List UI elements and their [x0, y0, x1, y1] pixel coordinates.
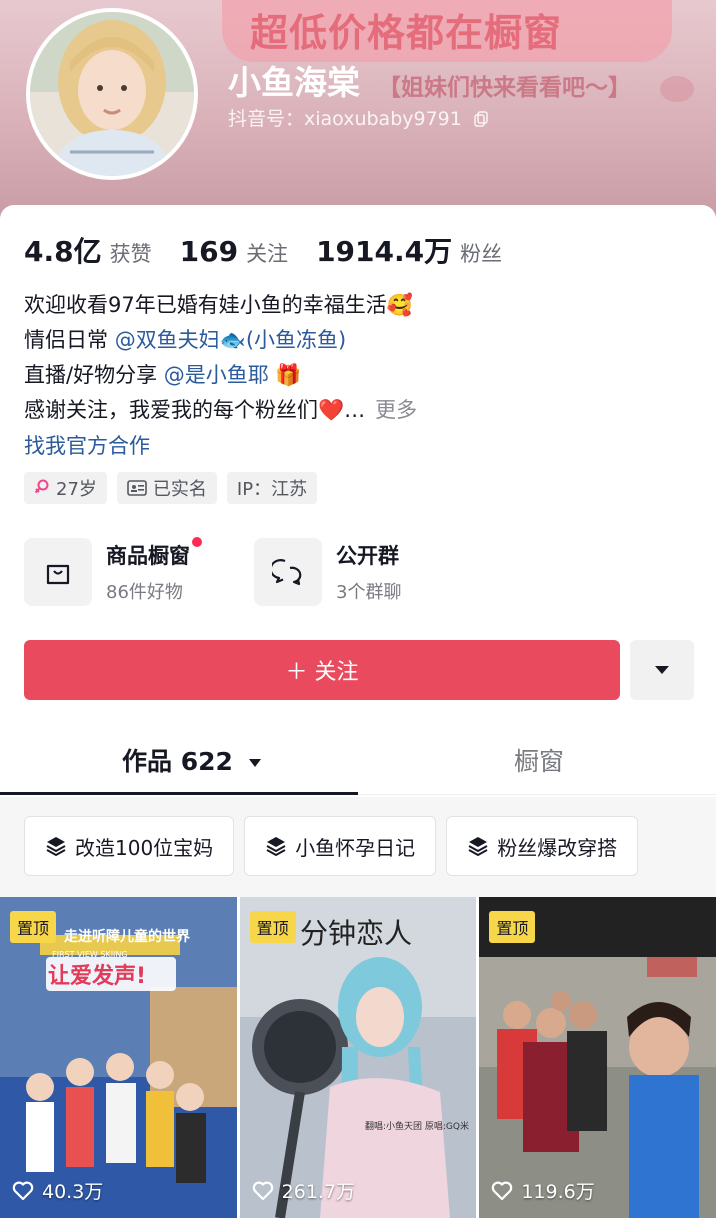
bio-line-2-text: 情侣日常 [24, 328, 115, 352]
stat-following[interactable]: 169 关注 [180, 235, 288, 268]
bio-mention-live[interactable]: @是小鱼耶 [164, 363, 269, 387]
collections: 改造100位宝妈 小鱼怀孕日记 粉丝爆改穿搭 [24, 816, 639, 876]
avatar-photo [30, 12, 194, 176]
pinned-badge: 置顶 [10, 911, 57, 943]
layers-icon [468, 837, 488, 857]
bio-line-1: 欢迎收看97年已婚有娃小鱼的幸福生活🥰 [24, 293, 413, 317]
bio-line-3: 直播/好物分享 @是小鱼耶 🎁 [24, 358, 417, 393]
video-likes: 40.3万 [12, 1177, 103, 1204]
collection-chip[interactable]: 小鱼怀孕日记 [244, 816, 437, 876]
notification-dot [192, 537, 202, 547]
stat-likes[interactable]: 4.8亿 获赞 [24, 230, 152, 270]
caret-down-icon [248, 759, 261, 767]
stat-followers[interactable]: 1914.4万 粉丝 [316, 230, 502, 270]
tag-ip-location: IP：江苏 [226, 472, 318, 504]
shop-window-count: 86件好物 [106, 582, 183, 603]
video-thumbnail [479, 897, 716, 1218]
tag-age-text: 27岁 [56, 479, 97, 500]
profile-stats: 4.8亿 获赞 169 关注 1914.4万 粉丝 [24, 230, 502, 270]
chat-bubbles-icon [254, 538, 322, 606]
content-tabs: 作品 622 橱窗 [0, 730, 716, 796]
collection-label: 粉丝爆改穿搭 [497, 835, 618, 860]
heart-icon [12, 1181, 34, 1200]
video-likes: 261.7万 [252, 1177, 355, 1204]
douyin-id-text: 抖音号：xiaoxubaby9791 [228, 108, 462, 130]
heart-icon [492, 1181, 513, 1200]
collection-label: 小鱼怀孕日记 [295, 835, 416, 860]
banner-subline: 【姐妹们快来看看吧～】 [378, 75, 631, 101]
tab-works-label: 作品 622 [122, 747, 233, 776]
video-likes: 119.6万 [491, 1177, 595, 1204]
profile-nickname: 小鱼海棠 [228, 63, 360, 102]
layers-icon [46, 837, 66, 857]
bio-line-3-text: 直播/好物分享 [24, 363, 164, 387]
official-cooperation-link[interactable]: 找我官方合作 [24, 430, 150, 460]
douyin-id[interactable]: 抖音号：xiaoxubaby9791 [228, 104, 488, 131]
video-tile[interactable]: 走进听障儿童的世界 FIRST VIEW SKIING 让爱发声! 置顶 40.… [0, 897, 237, 1218]
profile-bio: 欢迎收看97年已婚有娃小鱼的幸福生活🥰 情侣日常 @双鱼夫妇🐟(小鱼冻鱼) 直播… [24, 288, 417, 428]
tag-age: 27岁 [24, 472, 107, 504]
video-thumbnail: 分钟恋人 翻唱:小鱼天团 原唱:GQ米 [239, 897, 477, 1218]
public-group-entry[interactable]: 公开群 3个群聊 [254, 538, 444, 606]
shop-window-entry[interactable]: 商品橱窗 86件好物 [24, 537, 214, 606]
bio-line-3-gift: 🎁 [268, 363, 302, 387]
shopping-bag-icon [24, 538, 92, 606]
video-overlay-caption: FIRST VIEW SKIING [52, 950, 128, 959]
heart-icon [252, 1181, 273, 1200]
video-overlay-title: 走进听障儿童的世界 [64, 928, 191, 945]
tag-ip-text: IP：江苏 [236, 479, 308, 500]
video-overlay-headline: 让爱发声! [48, 963, 146, 989]
video-likes-count: 119.6万 [521, 1181, 595, 1203]
video-likes-count: 40.3万 [42, 1181, 104, 1203]
shop-window-title: 商品橱窗 [106, 537, 202, 570]
bio-line-2: 情侣日常 @双鱼夫妇🐟(小鱼冻鱼) [24, 323, 417, 358]
stat-likes-label: 获赞 [109, 242, 152, 266]
more-options-button[interactable] [630, 640, 694, 700]
video-overlay-title: 分钟恋人 [300, 917, 412, 950]
profile-tags: 27岁 已实名 IP：江苏 [24, 472, 318, 504]
avatar[interactable] [26, 8, 198, 180]
female-icon [34, 479, 49, 494]
video-likes-count: 261.7万 [281, 1181, 356, 1203]
video-thumbnail: 走进听障儿童的世界 FIRST VIEW SKIING 让爱发声! [0, 897, 237, 1218]
follow-button[interactable]: ＋ 关注 [24, 640, 620, 700]
bio-more-button[interactable]: 更多 [375, 398, 417, 422]
id-card-icon [127, 480, 147, 496]
bio-mention-couple[interactable]: @双鱼夫妇🐟(小鱼冻鱼) [115, 328, 347, 352]
active-tab-indicator [0, 792, 358, 795]
stat-likes-value: 4.8亿 [24, 235, 102, 268]
collection-label: 改造100位宝妈 [75, 835, 214, 860]
tab-works[interactable]: 作品 622 [122, 742, 262, 778]
video-grid: 走进听障儿童的世界 FIRST VIEW SKIING 让爱发声! 置顶 40.… [0, 897, 716, 1218]
tag-verified: 已实名 [116, 472, 217, 504]
profile-entries: 商品橱窗 86件好物 公开群 3个群聊 [24, 537, 444, 606]
bio-line-4: 感谢关注，我爱我的每个粉丝们❤️… 更多 [24, 393, 417, 428]
tab-shop-window[interactable]: 橱窗 [514, 742, 564, 778]
stat-followers-label: 粉丝 [460, 242, 503, 266]
video-tile[interactable]: 分钟恋人 翻唱:小鱼天团 原唱:GQ米 置顶 261.7万 [239, 897, 477, 1218]
public-group-count: 3个群聊 [336, 582, 402, 603]
collection-chip[interactable]: 改造100位宝妈 [24, 816, 235, 876]
stat-followers-value: 1914.4万 [316, 235, 453, 268]
tag-verified-text: 已实名 [152, 479, 207, 500]
layers-icon [266, 837, 286, 857]
stat-following-value: 169 [179, 235, 239, 268]
caret-down-icon [655, 666, 669, 674]
stat-following-label: 关注 [246, 242, 289, 266]
banner-headline: 超低价格都在橱窗 [250, 11, 563, 55]
video-overlay-note: 翻唱:小鱼天团 原唱:GQ米 [365, 1120, 469, 1132]
pinned-badge: 置顶 [249, 911, 296, 943]
collection-chip[interactable]: 粉丝爆改穿搭 [446, 816, 639, 876]
copy-icon[interactable] [474, 111, 488, 127]
public-group-title: 公开群 [336, 544, 399, 568]
video-tile[interactable]: 置顶 119.6万 [479, 897, 716, 1218]
pinned-badge: 置顶 [489, 911, 536, 943]
bio-line-4-text: 感谢关注，我爱我的每个粉丝们❤️… [24, 398, 366, 422]
banner-decoration-dot [660, 76, 694, 102]
